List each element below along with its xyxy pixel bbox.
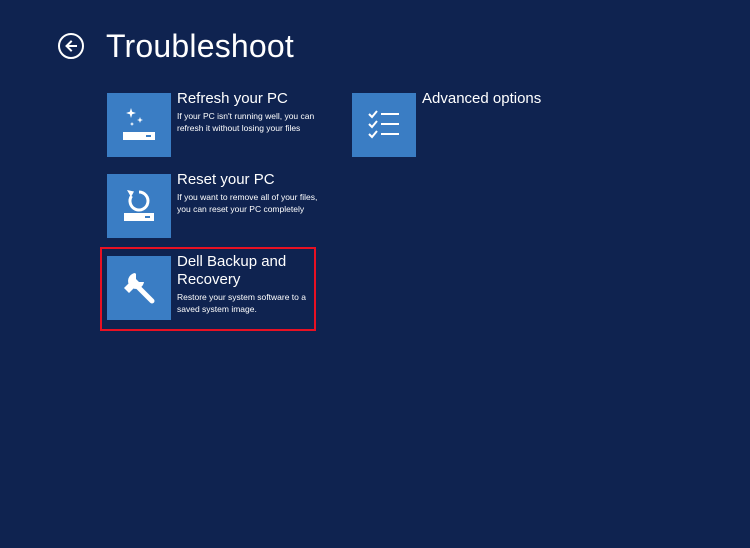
page-title: Troubleshoot	[106, 28, 294, 64]
troubleshoot-screen: Troubleshoot Refresh your PC If your PC …	[0, 0, 750, 548]
refresh-pc-tile[interactable]: Refresh your PC If your PC isn't running…	[107, 90, 327, 157]
back-button[interactable]	[58, 33, 84, 59]
refresh-pc-icon	[107, 93, 171, 157]
reset-pc-icon	[107, 174, 171, 238]
tile-description: If your PC isn't running well, you can r…	[177, 111, 315, 133]
tile-title: Reset your PC	[177, 171, 275, 188]
tile-title: Refresh your PC	[177, 90, 288, 107]
checklist-icon	[352, 93, 416, 157]
tile-title: Advanced options	[422, 90, 542, 107]
header: Troubleshoot	[58, 26, 294, 66]
reset-pc-tile[interactable]: Reset your PC If you want to remove all …	[107, 171, 327, 238]
tile-description: If you want to remove all of your files,…	[177, 192, 318, 214]
back-arrow-icon	[65, 40, 77, 52]
advanced-options-tile[interactable]: Advanced options	[352, 90, 542, 157]
highlight-box	[100, 247, 316, 331]
